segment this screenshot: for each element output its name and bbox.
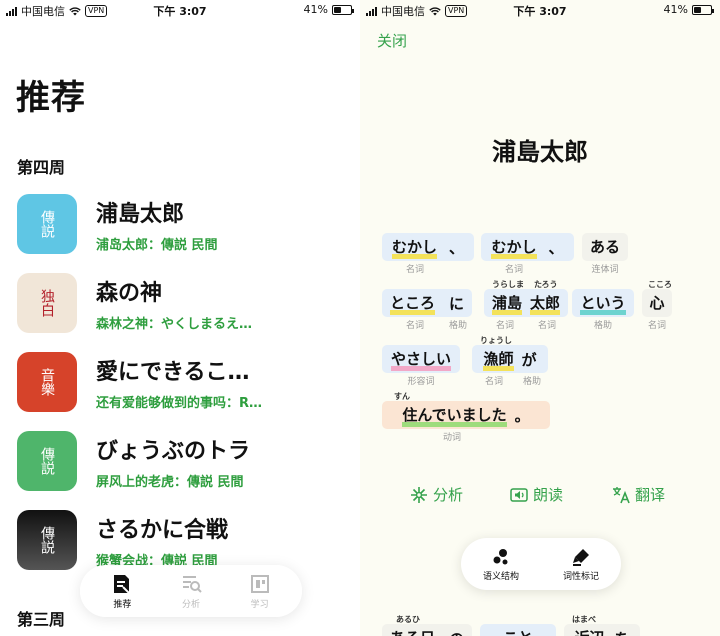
pos-label: 名词: [504, 265, 523, 275]
study-icon: [250, 574, 269, 593]
section-header-week3: 第三周: [17, 610, 66, 629]
action-row: 分析 朗读 翻译: [360, 484, 720, 508]
pos-label: 连体词: [591, 265, 619, 275]
battery-icon: [692, 4, 714, 15]
pos-label: 名词: [405, 265, 424, 275]
story-title: 愛にできるこ…: [96, 359, 250, 385]
story-subtitle: 还有爱能够做到的事吗：R…: [96, 395, 263, 411]
battery-percent: 41%: [303, 3, 328, 16]
status-bar: 中国电信 VPN 下午 3:07 41%: [0, 0, 360, 20]
word-token[interactable]: こころ 心: [642, 280, 672, 317]
word-token[interactable]: あるひ ある日の: [382, 615, 472, 636]
word-token[interactable]: ところに: [382, 289, 472, 317]
list-item-urashima[interactable]: 傳説 浦島太郎 浦岛太郎：傳説 民間: [17, 194, 357, 254]
tab-study[interactable]: 学习: [249, 573, 271, 610]
story-title: 森の神: [96, 280, 163, 306]
pos-tag-button[interactable]: 词性标记: [563, 547, 599, 582]
tab-recommend[interactable]: 推荐: [111, 573, 133, 610]
pos-label: 动词: [442, 433, 461, 443]
pos-label: 名词: [484, 377, 503, 387]
story-thumbnail: 音樂: [17, 352, 77, 412]
story-thumbnail: 傳説: [17, 194, 77, 254]
story-title: 浦島太郎: [96, 201, 185, 227]
speaker-icon: [510, 487, 528, 502]
tab-label: 学习: [250, 599, 269, 610]
word-token[interactable]: はまべ 近辺を: [564, 615, 640, 636]
pos-label: 名词: [537, 321, 556, 331]
tab-label: 推荐: [113, 599, 132, 610]
story-heading: 浦島太郎: [492, 138, 588, 166]
list-item-sarukani-gassen[interactable]: 傳説 さるかに合戦 猴蟹会战：傳説 民間: [17, 510, 357, 570]
translate-button[interactable]: 翻译: [612, 484, 665, 505]
word-token[interactable]: やさしい: [382, 345, 460, 373]
pos-label: 名词: [647, 321, 666, 331]
recommend-screen: 中国电信 VPN 下午 3:07 41% 推荐 第四周 傳説 浦島太郎 浦岛太郎…: [0, 0, 360, 636]
word-token[interactable]: りょうし 漁師が: [472, 336, 548, 373]
story-subtitle: 屏风上的老虎：傳説 民間: [96, 474, 244, 490]
list-item-ai-ni-dekiru[interactable]: 音樂 愛にできるこ… 还有爱能够做到的事吗：R…: [17, 352, 357, 412]
pos-label: 格助: [448, 321, 467, 331]
word-token[interactable]: むかし、: [382, 233, 474, 261]
word-token[interactable]: むかし、: [481, 233, 574, 261]
pos-label: 格助: [593, 321, 612, 331]
analysis-icon: [182, 575, 202, 593]
close-button[interactable]: 关闭: [377, 30, 407, 51]
pos-label: 形容词: [407, 377, 435, 387]
screenshot: 中国电信 VPN 下午 3:07 41% 推荐 第四周 傳説 浦島太郎 浦岛太郎…: [0, 0, 720, 636]
word-token[interactable]: こと: [480, 624, 556, 636]
battery-percent: 41%: [663, 3, 688, 16]
tab-bar: 推荐 分析 学习: [80, 565, 302, 617]
status-bar: 中国电信 VPN 下午 3:07 41%: [360, 0, 720, 20]
story-subtitle: 森林之神：やくしまるえ…: [96, 316, 253, 332]
story-thumbnail: 傳説: [17, 431, 77, 491]
story-detail-screen: 中国电信 VPN 下午 3:07 41% 关闭 浦島太郎 むかし、 名词 むかし…: [360, 0, 720, 636]
pos-label: 名词: [405, 321, 424, 331]
story-subtitle: 浦岛太郎：傳説 民間: [96, 237, 218, 253]
highlighter-icon: [572, 548, 589, 566]
story-thumbnail: 独白: [17, 273, 77, 333]
tab-analysis[interactable]: 分析: [180, 573, 202, 610]
page-title: 推荐: [16, 78, 86, 118]
analyze-button[interactable]: 分析: [410, 484, 463, 505]
pos-label: 格助: [522, 377, 541, 387]
battery-icon: [332, 4, 354, 15]
section-header-week4: 第四周: [17, 158, 66, 177]
word-token[interactable]: ある: [582, 233, 628, 261]
tab-label: 分析: [181, 599, 200, 610]
bubbles-icon: [493, 548, 508, 564]
analysis-mode-bar: 语义结构 词性标记: [461, 538, 621, 590]
read-aloud-button[interactable]: 朗读: [510, 484, 563, 505]
list-item-mori-no-kami[interactable]: 独白 森の神 森林之神：やくしまるえ…: [17, 273, 357, 333]
pos-label: 名词: [495, 321, 514, 331]
story-thumbnail: 傳説: [17, 510, 77, 570]
semantic-structure-button[interactable]: 语义结构: [483, 547, 519, 582]
word-token[interactable]: すん 住んでいました。: [382, 392, 550, 429]
recommend-icon: [114, 574, 131, 594]
translate-icon: [613, 486, 630, 503]
word-token[interactable]: うらしま たろう 浦島 太郎: [484, 280, 568, 317]
story-title: びょうぶのトラ: [96, 438, 251, 464]
story-title: さるかに合戦: [96, 517, 229, 543]
sparkle-icon: [411, 486, 427, 503]
list-item-byoubu-no-tora[interactable]: 傳説 びょうぶのトラ 屏风上的老虎：傳説 民間: [17, 431, 357, 491]
word-token[interactable]: という: [572, 289, 634, 317]
